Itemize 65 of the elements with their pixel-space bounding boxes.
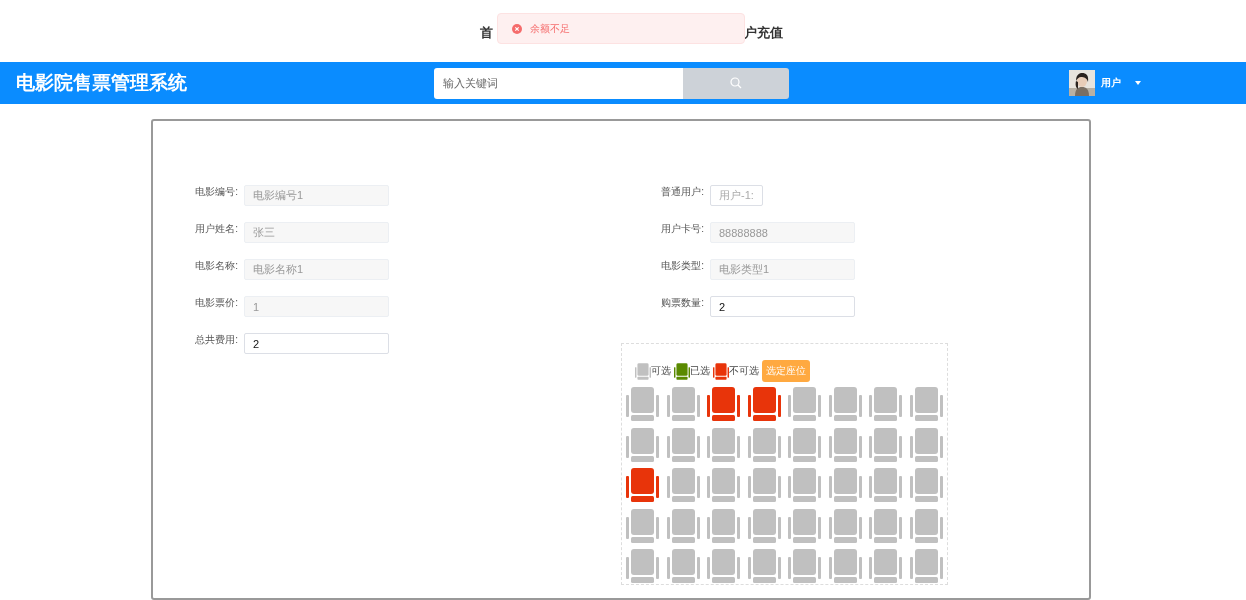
field-label: 用户卡号: — [660, 222, 704, 236]
seat-icon[interactable] — [828, 549, 862, 583]
seat-icon[interactable] — [788, 468, 821, 502]
seat-icon[interactable] — [909, 468, 943, 502]
seat-icon[interactable] — [828, 387, 862, 421]
seat-icon[interactable] — [788, 508, 821, 543]
search-button[interactable] — [683, 67, 789, 99]
seat-icon[interactable] — [666, 387, 700, 421]
seat-icon[interactable] — [747, 468, 781, 502]
seat-icon[interactable] — [909, 549, 943, 583]
input-field: 电影名称1 — [244, 259, 389, 280]
seat-icon[interactable] — [788, 549, 821, 583]
input-field[interactable]: 2 — [244, 333, 389, 354]
seat-icon[interactable] — [666, 427, 700, 462]
search-field[interactable]: 输入关键词 — [434, 67, 683, 99]
seat-icon[interactable] — [707, 468, 740, 502]
nav-link[interactable]: 户充值 — [744, 20, 783, 42]
field-label: 购票数量: — [660, 296, 704, 310]
error-icon — [512, 23, 522, 34]
field-label: 电影编号: — [195, 185, 238, 199]
seat-icon[interactable] — [626, 427, 659, 462]
field-label: 用户姓名: — [195, 222, 238, 236]
seat-icon[interactable] — [626, 549, 659, 583]
seat-icon[interactable] — [707, 427, 740, 462]
field-label: 电影名称: — [195, 259, 238, 273]
seat-icon[interactable] — [747, 508, 781, 543]
input-field: 88888888 — [710, 222, 855, 243]
toast-text: 余额不足 — [530, 21, 570, 36]
seat-icon[interactable] — [707, 549, 740, 583]
seat-icon[interactable] — [747, 549, 781, 583]
legend-label: 已选 — [690, 364, 710, 378]
search-icon — [730, 77, 742, 89]
field-label: 电影票价: — [195, 296, 238, 310]
seat-icon[interactable] — [788, 387, 821, 421]
seat-icon[interactable] — [626, 508, 659, 543]
seat-icon[interactable] — [869, 508, 902, 543]
seat-icon[interactable] — [869, 549, 902, 583]
legend-label: 不可选 — [729, 364, 759, 378]
seat-icon[interactable] — [869, 427, 902, 462]
seat-icon[interactable] — [788, 427, 821, 462]
input-field: 1 — [244, 296, 389, 317]
seat-icon[interactable] — [626, 387, 659, 421]
legend-label: 可选 — [651, 364, 671, 378]
input-field[interactable]: 2 — [710, 296, 855, 317]
caret-icon — [1135, 81, 1141, 85]
seat-icon[interactable] — [909, 387, 943, 421]
seat-icon[interactable] — [707, 508, 740, 543]
seat-icon[interactable] — [666, 549, 700, 583]
seat-icon[interactable] — [666, 468, 700, 502]
field-label: 总共费用: — [195, 333, 238, 347]
nav-link[interactable]: 首 — [480, 20, 493, 42]
seat-icon[interactable] — [828, 508, 862, 543]
seat-icon[interactable] — [828, 468, 862, 502]
input-field: 电影类型1 — [710, 259, 855, 280]
seat-icon[interactable] — [869, 468, 902, 502]
seat-icon[interactable] — [666, 508, 700, 543]
seat-icon[interactable] — [909, 508, 943, 543]
seat-icon[interactable] — [747, 427, 781, 462]
field-label: 普通用户: — [660, 185, 704, 199]
app-title: 电影院售票管理系统 — [16, 71, 188, 95]
seat-icon[interactable] — [828, 427, 862, 462]
seat-icon[interactable] — [909, 427, 943, 462]
input-field: 电影编号1 — [244, 185, 389, 206]
seat-icon[interactable] — [869, 387, 902, 421]
field-label: 电影类型: — [660, 259, 704, 273]
